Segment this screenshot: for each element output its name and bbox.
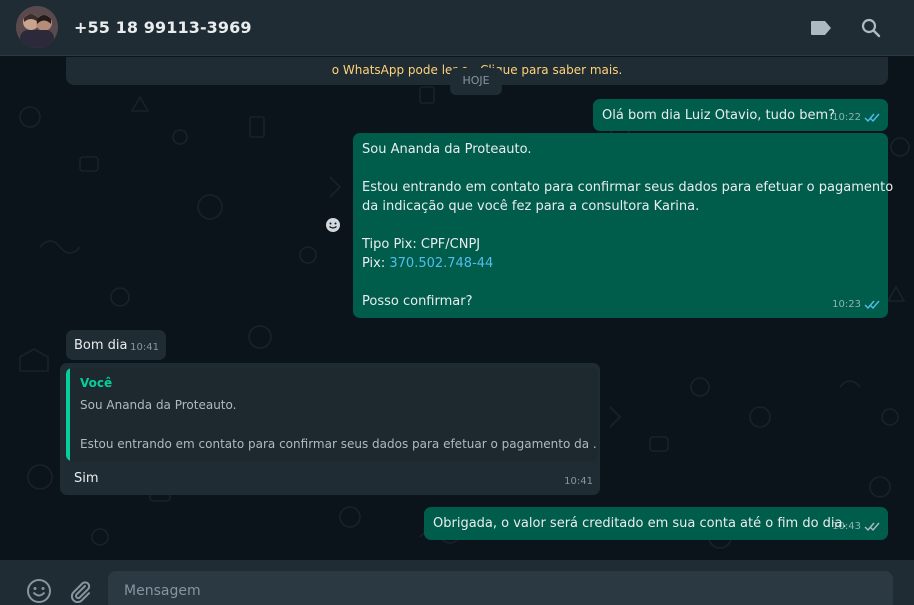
read-receipt-icon bbox=[864, 522, 880, 532]
message-text: Sim bbox=[74, 471, 99, 486]
message-line: Posso confirmar? bbox=[362, 294, 473, 309]
paperclip-icon[interactable] bbox=[66, 577, 94, 605]
quote-text: Estou entrando em contato para confirmar… bbox=[80, 437, 598, 451]
quoted-message[interactable]: Você Sou Ananda da Proteauto. Estou entr… bbox=[66, 368, 598, 461]
smiley-react-icon[interactable] bbox=[322, 214, 344, 236]
message-text: Obrigada, o valor será creditado em sua … bbox=[433, 516, 847, 531]
outgoing-message[interactable]: Olá bom dia Luiz Otavio, tudo bem? 10:22 bbox=[593, 99, 888, 131]
composer-bar bbox=[0, 560, 914, 605]
avatar-photo bbox=[16, 6, 58, 48]
contact-name[interactable]: +55 18 99113-3969 bbox=[74, 18, 252, 37]
conversation-panel[interactable]: o WhatsApp pode ler o . Clique para sabe… bbox=[0, 57, 914, 560]
message-meta: 10:22 bbox=[832, 108, 880, 127]
message-line: Sou Ananda da Proteauto. bbox=[362, 142, 532, 157]
message-meta: 10:41 bbox=[564, 472, 593, 491]
message-meta: 10:43 bbox=[832, 517, 880, 536]
contact-avatar[interactable] bbox=[16, 6, 58, 48]
message-meta: 10:41 bbox=[130, 338, 159, 357]
message-text: Olá bom dia Luiz Otavio, tudo bem? bbox=[602, 108, 836, 123]
message-time: 10:43 bbox=[832, 521, 861, 532]
message-input[interactable] bbox=[108, 571, 893, 605]
chat-header: +55 18 99113-3969 bbox=[0, 0, 914, 56]
message-text: Bom dia bbox=[74, 338, 128, 353]
emoji-icon[interactable] bbox=[25, 577, 53, 605]
message-time: 10:23 bbox=[832, 299, 861, 310]
date-divider: HOJE bbox=[450, 68, 502, 95]
message-line: Estou entrando em contato para confirmar… bbox=[362, 180, 894, 195]
message-line: da indicação que você fez para a consult… bbox=[362, 199, 700, 214]
quote-accent-bar bbox=[66, 368, 70, 461]
message-line: Tipo Pix: CPF/CNPJ bbox=[362, 237, 481, 252]
read-receipt-icon bbox=[864, 300, 880, 310]
outgoing-message[interactable]: Obrigada, o valor será creditado em sua … bbox=[424, 507, 888, 540]
message-time: 10:41 bbox=[130, 342, 159, 353]
message-time: 10:41 bbox=[564, 476, 593, 487]
read-receipt-icon bbox=[864, 113, 880, 123]
quote-text: Sou Ananda da Proteauto. bbox=[80, 398, 237, 412]
pix-key-link[interactable]: 370.502.748-44 bbox=[389, 256, 493, 271]
incoming-message[interactable]: Bom dia 10:41 bbox=[66, 330, 166, 360]
outgoing-message[interactable]: Sou Ananda da Proteauto. Estou entrando … bbox=[353, 133, 893, 318]
pix-line: Pix: 370.502.748-44 bbox=[362, 254, 493, 273]
label-icon[interactable] bbox=[807, 14, 835, 42]
message-time: 10:22 bbox=[832, 112, 861, 123]
pix-label: Pix: bbox=[362, 256, 390, 271]
message-meta: 10:23 bbox=[832, 295, 880, 314]
search-icon[interactable] bbox=[857, 14, 885, 42]
quote-author: Você bbox=[80, 376, 113, 390]
